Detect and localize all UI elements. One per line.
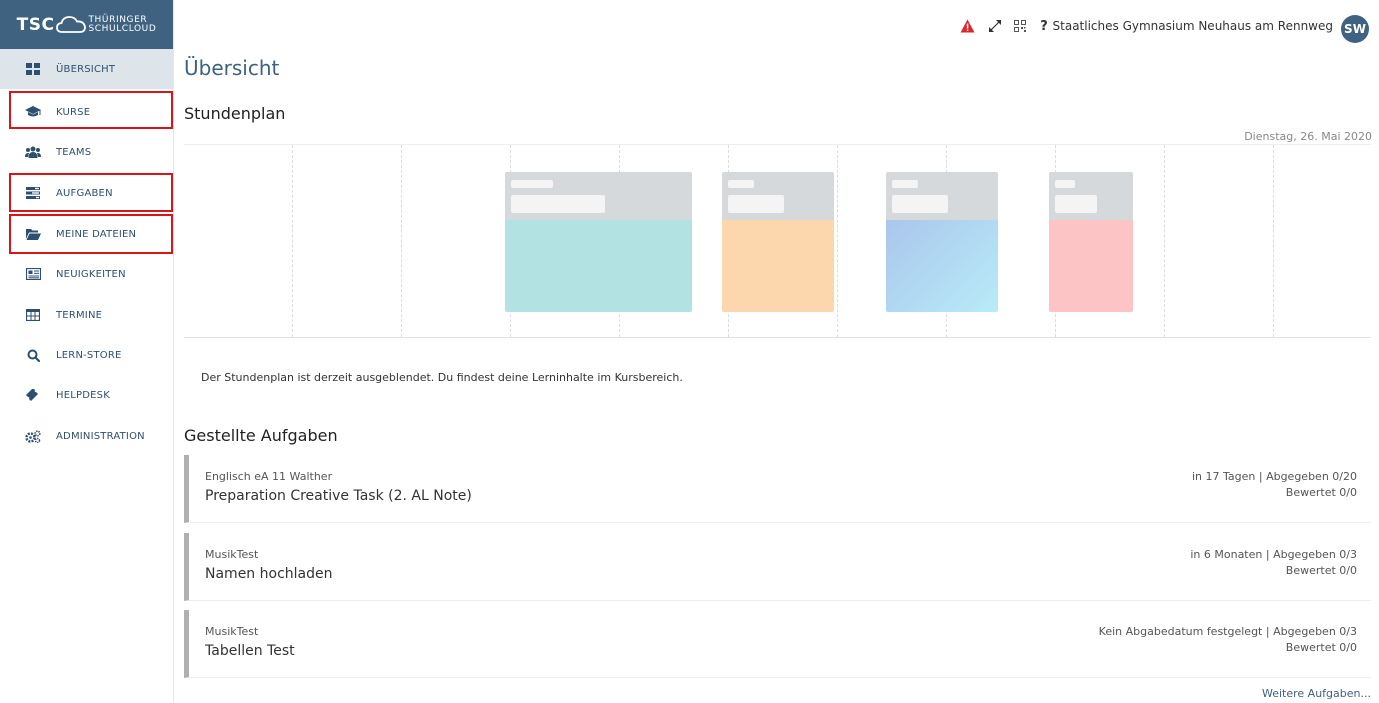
qr-code-icon[interactable] <box>1012 18 1028 34</box>
sidebar-item-aufgaben[interactable]: AUFGABEN <box>0 173 173 213</box>
task-item[interactable]: MusikTest Tabellen Test Kein Abgabedatum… <box>184 610 1371 678</box>
fullscreen-icon[interactable] <box>987 18 1003 34</box>
grid-line <box>1164 145 1165 337</box>
folder-icon <box>25 226 41 242</box>
sidebar-item-label: HELPDESK <box>56 389 110 401</box>
sidebar-item-administration[interactable]: ADMINISTRATION <box>0 416 173 456</box>
sidebar-item-label: TEAMS <box>56 146 92 158</box>
sidebar-item-helpdesk[interactable]: HELPDESK <box>0 375 173 415</box>
search-icon <box>25 347 41 363</box>
newspaper-icon <box>25 266 41 282</box>
tasks-icon <box>25 185 41 201</box>
sidebar-item-label: LERN-STORE <box>56 349 122 361</box>
sidebar-item-label: NEUIGKEITEN <box>56 268 126 280</box>
timetable-heading: Stundenplan <box>184 104 286 123</box>
sidebar-item-label: AUFGABEN <box>56 187 113 199</box>
grid-line <box>837 145 838 337</box>
sidebar-item-lern-store[interactable]: LERN-STORE <box>0 335 173 375</box>
cloud-icon <box>56 15 87 33</box>
task-graded: Bewertet 0/0 <box>1285 486 1357 499</box>
sidebar-item-teams[interactable]: TEAMS <box>0 132 173 172</box>
users-icon <box>25 144 41 160</box>
timetable-notice: Der Stundenplan ist derzeit ausgeblendet… <box>201 371 683 384</box>
lesson-placeholder <box>886 172 998 312</box>
task-course: Englisch eA 11 Walther <box>205 470 333 483</box>
task-due: in 17 Tagen | Abgegeben 0/20 <box>1191 470 1357 483</box>
logo-line2: SCHULCLOUD <box>88 23 157 34</box>
task-course: MusikTest <box>205 625 259 638</box>
cogs-icon <box>25 428 41 444</box>
task-due: in 6 Monaten | Abgegeben 0/3 <box>1190 548 1357 561</box>
sidebar-item-label: ÜBERSICHT <box>56 63 116 75</box>
sidebar-item-label: KURSE <box>56 106 91 118</box>
dashboard-icon <box>25 61 41 77</box>
avatar[interactable]: SW <box>1341 15 1369 43</box>
lesson-placeholder <box>505 172 692 312</box>
task-name: Tabellen Test <box>205 643 295 659</box>
lesson-placeholder <box>722 172 834 312</box>
sidebar-item-meine-dateien[interactable]: MEINE DATEIEN <box>0 214 173 254</box>
sidebar-item-label: TERMINE <box>56 309 103 321</box>
sidebar-item-termine[interactable]: TERMINE <box>0 295 173 335</box>
timetable-date: Dienstag, 26. Mai 2020 <box>1244 130 1372 143</box>
task-graded: Bewertet 0/0 <box>1285 641 1357 654</box>
task-course: MusikTest <box>205 548 259 561</box>
school-name[interactable]: Staatliches Gymnasium Neuhaus am Rennweg <box>1053 19 1333 33</box>
timetable-placeholder <box>184 144 1371 338</box>
logo-text: THÜRINGER SCHULCLOUD <box>88 15 157 34</box>
topbar: ? Staatliches Gymnasium Neuhaus am Rennw… <box>174 0 1379 49</box>
grid-line <box>292 145 293 337</box>
ticket-icon <box>25 387 41 403</box>
task-name: Preparation Creative Task (2. AL Note) <box>205 488 472 504</box>
task-due: Kein Abgabedatum festgelegt | Abgegeben … <box>1098 625 1357 638</box>
grid-line <box>401 145 402 337</box>
sidebar-item-uebersicht[interactable]: ÜBERSICHT <box>0 49 173 89</box>
page-title: Übersicht <box>184 56 280 80</box>
calendar-table-icon <box>25 307 41 323</box>
grid-line <box>1273 145 1274 337</box>
logo[interactable]: TSC THÜRINGER SCHULCLOUD <box>0 0 173 49</box>
lesson-placeholder <box>1049 172 1133 312</box>
sidebar-item-label: MEINE DATEIEN <box>56 228 137 240</box>
tasks-heading: Gestellte Aufgaben <box>184 426 338 445</box>
task-item[interactable]: MusikTest Namen hochladen in 6 Monaten |… <box>184 533 1371 601</box>
sidebar: TSC THÜRINGER SCHULCLOUD ÜBERSICHT KURSE… <box>0 0 174 703</box>
task-graded: Bewertet 0/0 <box>1285 564 1357 577</box>
warning-icon[interactable] <box>959 18 975 34</box>
task-item[interactable]: Englisch eA 11 Walther Preparation Creat… <box>184 455 1371 523</box>
help-icon[interactable]: ? <box>1036 18 1052 34</box>
task-name: Namen hochladen <box>205 566 333 582</box>
logo-short: TSC <box>16 14 55 35</box>
sidebar-item-kurse[interactable]: KURSE <box>0 92 173 132</box>
graduation-cap-icon <box>25 104 41 120</box>
sidebar-item-neuigkeiten[interactable]: NEUIGKEITEN <box>0 254 173 294</box>
more-tasks-link[interactable]: Weitere Aufgaben... <box>1262 687 1371 700</box>
sidebar-item-label: ADMINISTRATION <box>56 430 145 442</box>
